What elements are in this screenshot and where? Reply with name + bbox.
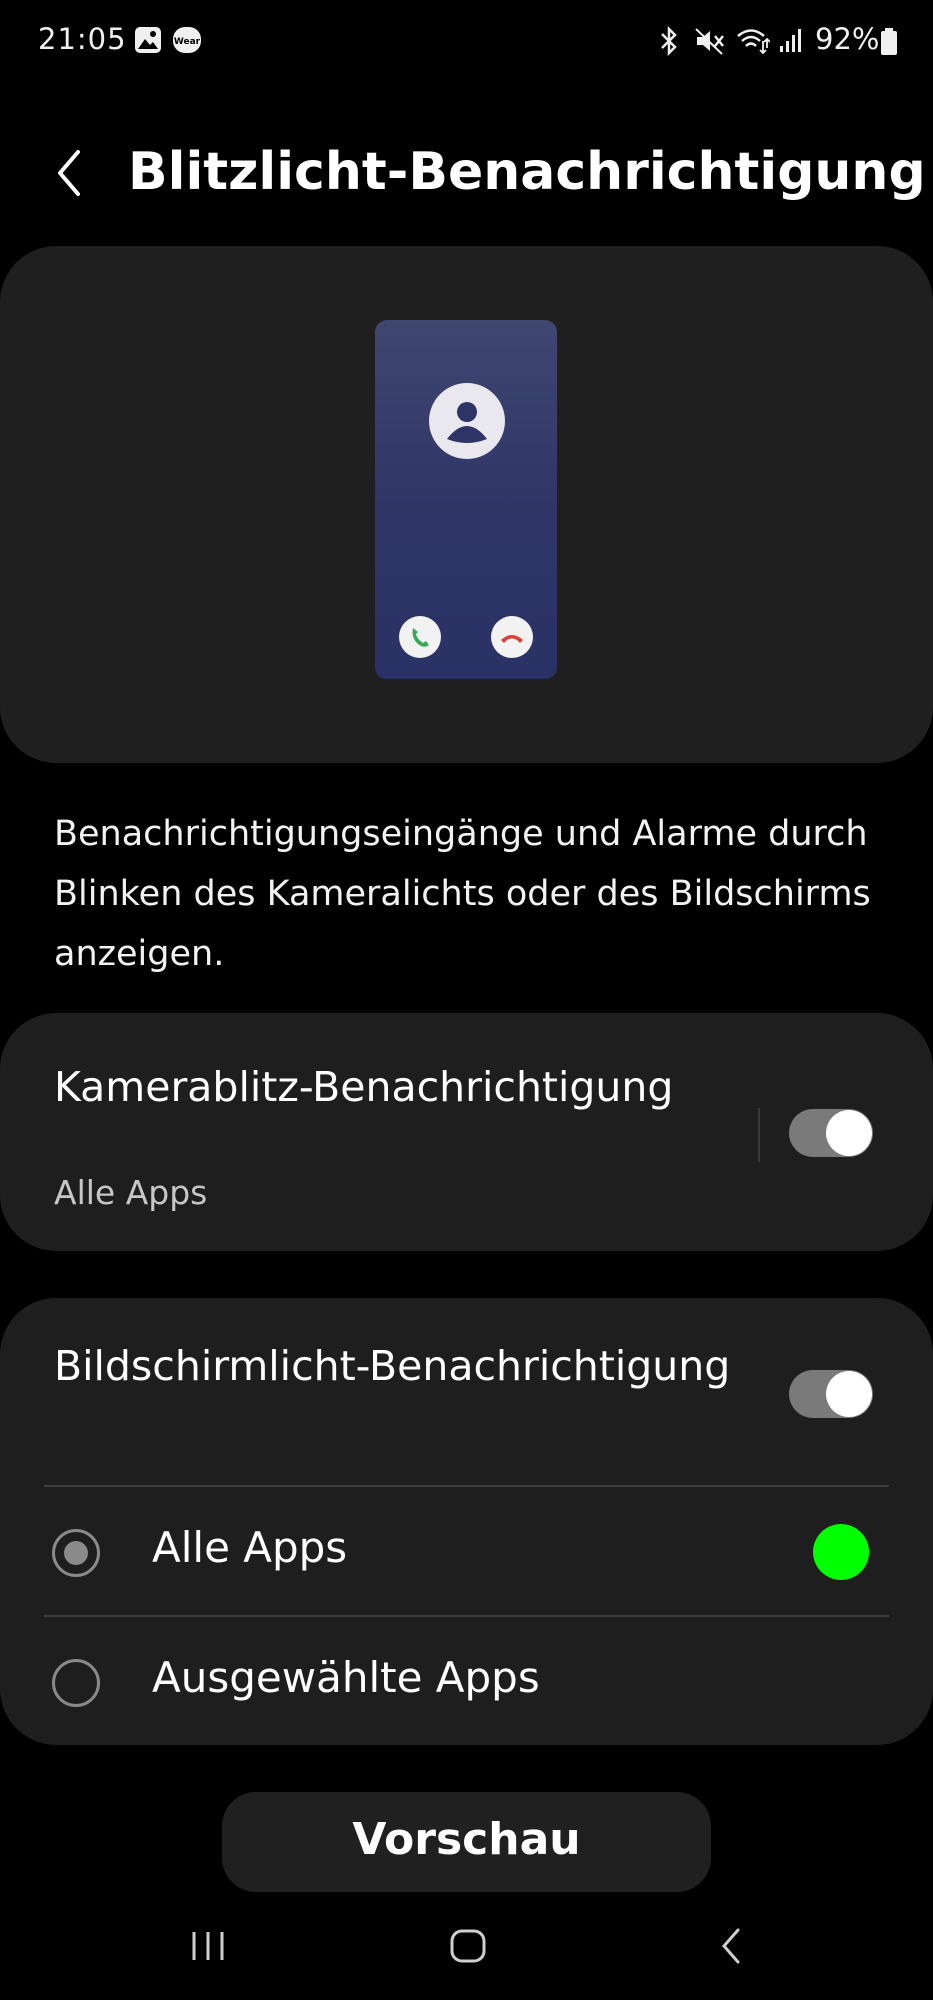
camera-flash-subtitle: Alle Apps [54,1173,208,1212]
divider [44,1485,889,1487]
divider [758,1108,760,1162]
option-all-apps-label: Alle Apps [152,1523,348,1572]
preview-button[interactable]: Vorschau [222,1792,711,1892]
toggle-knob [826,1110,872,1156]
option-selected-apps-label: Ausgewählte Apps [152,1653,540,1702]
decline-call-icon [491,616,533,658]
screen-flash-title: Bildschirmlicht-Benachrichtigung [54,1342,731,1390]
illustration-card [0,246,933,763]
radio-all-apps[interactable] [52,1529,100,1577]
camera-flash-setting[interactable]: Kamerablitz-Benachrichtigung Alle Apps [0,1013,933,1251]
back-button[interactable] [50,148,90,198]
page-title: Blitzlicht-Benachrichtigung [128,142,926,202]
home-icon[interactable] [448,1926,488,1970]
gallery-icon [134,26,162,58]
back-icon[interactable] [712,1926,752,1970]
feature-description: Benachrichtigungseingänge und Alarme dur… [54,814,871,974]
camera-flash-toggle[interactable] [789,1109,873,1157]
radio-selected-apps[interactable] [52,1659,100,1707]
accept-call-icon [399,616,441,658]
flash-color-swatch[interactable] [813,1524,869,1580]
battery-icon [880,28,898,60]
phone-illustration [375,320,557,679]
wear-label: Wear [174,37,201,47]
mute-icon [694,26,726,60]
signal-icon [778,26,804,60]
divider [44,1615,889,1617]
bluetooth-icon [656,25,682,60]
status-bar: 21:05 Wear 92% [0,0,933,80]
toggle-knob [826,1371,872,1417]
chevron-left-icon [58,150,80,196]
radio-selected-dot [64,1541,88,1565]
caller-avatar-icon [429,383,505,459]
screen-flash-toggle[interactable] [789,1370,873,1418]
recents-icon[interactable] [188,1926,228,1970]
screen-flash-setting: Bildschirmlicht-Benachrichtigung Alle Ap… [0,1298,933,1745]
navigation-bar [0,1892,933,2000]
wear-icon: Wear [172,26,202,58]
camera-flash-title: Kamerablitz-Benachrichtigung [54,1063,674,1111]
wifi-icon [736,26,771,60]
battery-percent: 92% [815,22,880,56]
status-time: 21:05 [38,22,127,56]
